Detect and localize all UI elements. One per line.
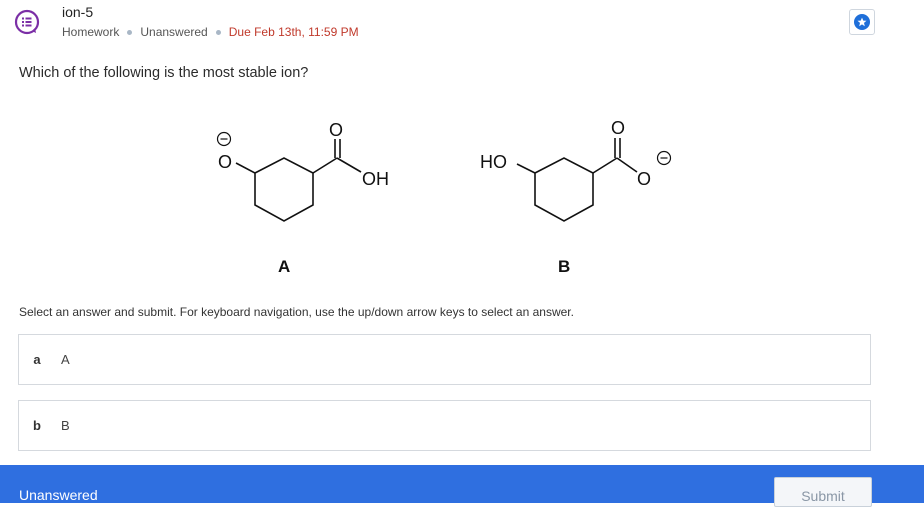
choice-text: B <box>61 418 70 433</box>
molecule-a-oh: OH <box>362 169 389 189</box>
molecule-b-oxide: O <box>637 169 651 189</box>
assignment-status: Unanswered <box>140 25 208 39</box>
molecule-b-ho: HO <box>480 152 507 172</box>
molecule-b-label: B <box>558 257 570 276</box>
molecule-figure: O O OH A HO O O B <box>180 110 700 285</box>
page-title: ion-5 <box>62 4 94 20</box>
assignment-list-icon <box>14 9 40 35</box>
assignment-type: Homework <box>62 25 120 39</box>
assignment-meta: Homework Unanswered Due Feb 13th, 11:59 … <box>62 25 359 39</box>
molecule-a-label: A <box>278 257 290 276</box>
question-text: Which of the following is the most stabl… <box>19 65 309 81</box>
bookmark-button[interactable] <box>849 9 875 35</box>
choice-text: A <box>61 352 70 367</box>
choice-letter: b <box>33 418 41 433</box>
instructions-text: Select an answer and submit. For keyboar… <box>19 305 574 319</box>
molecule-a <box>216 131 362 222</box>
answer-choice-a[interactable]: a A <box>18 334 871 385</box>
molecule-b-carbonyl-o: O <box>611 118 625 138</box>
separator-dot <box>215 29 221 35</box>
molecule-a-oxide: O <box>218 152 232 172</box>
answer-choice-b[interactable]: b B <box>18 400 871 451</box>
separator-dot <box>127 29 133 35</box>
molecule-a-carbonyl-o: O <box>329 120 343 140</box>
star-icon <box>854 14 870 30</box>
choice-letter: a <box>33 352 41 367</box>
due-date: Due Feb 13th, 11:59 PM <box>228 25 359 39</box>
footer-status: Unanswered <box>19 487 98 503</box>
